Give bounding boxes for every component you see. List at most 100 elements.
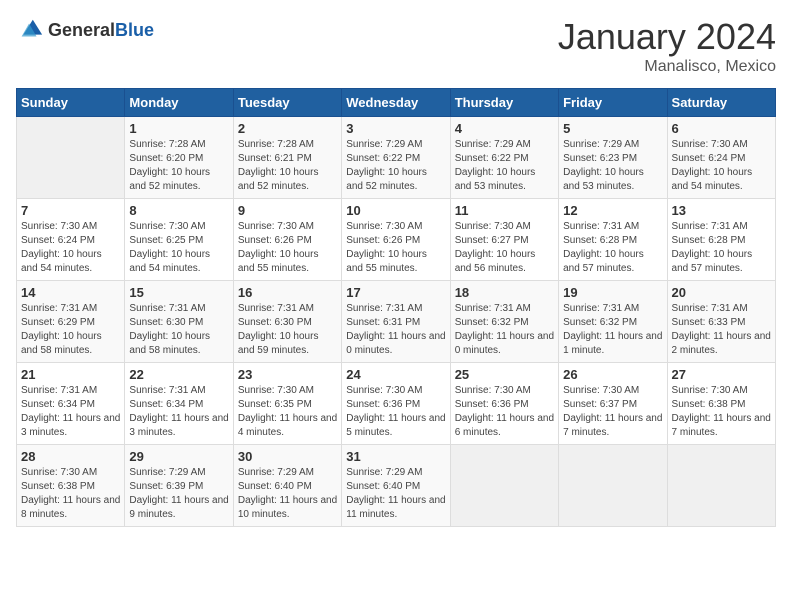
calendar-day-cell: 26 Sunrise: 7:30 AMSunset: 6:37 PMDaylig… <box>559 363 667 445</box>
day-number: 22 <box>129 367 228 382</box>
day-info: Sunrise: 7:31 AMSunset: 6:30 PMDaylight:… <box>238 302 337 358</box>
day-info: Sunrise: 7:29 AMSunset: 6:22 PMDaylight:… <box>346 138 445 194</box>
day-info: Sunrise: 7:30 AMSunset: 6:24 PMDaylight:… <box>672 138 771 194</box>
day-number: 18 <box>455 285 554 300</box>
day-info: Sunrise: 7:28 AMSunset: 6:20 PMDaylight:… <box>129 138 228 194</box>
day-number: 5 <box>563 121 662 136</box>
calendar-day-cell: 8 Sunrise: 7:30 AMSunset: 6:25 PMDayligh… <box>125 199 233 281</box>
day-number: 14 <box>21 285 120 300</box>
day-number: 15 <box>129 285 228 300</box>
day-info: Sunrise: 7:30 AMSunset: 6:36 PMDaylight:… <box>346 384 445 440</box>
day-number: 19 <box>563 285 662 300</box>
day-info: Sunrise: 7:30 AMSunset: 6:38 PMDaylight:… <box>21 466 120 522</box>
day-info: Sunrise: 7:29 AMSunset: 6:40 PMDaylight:… <box>238 466 337 522</box>
calendar-day-cell: 2 Sunrise: 7:28 AMSunset: 6:21 PMDayligh… <box>233 117 341 199</box>
calendar-day-cell: 12 Sunrise: 7:31 AMSunset: 6:28 PMDaylig… <box>559 199 667 281</box>
day-info: Sunrise: 7:28 AMSunset: 6:21 PMDaylight:… <box>238 138 337 194</box>
day-number: 28 <box>21 449 120 464</box>
day-number: 31 <box>346 449 445 464</box>
calendar-day-cell: 23 Sunrise: 7:30 AMSunset: 6:35 PMDaylig… <box>233 363 341 445</box>
day-number: 13 <box>672 203 771 218</box>
day-info: Sunrise: 7:30 AMSunset: 6:37 PMDaylight:… <box>563 384 662 440</box>
day-info: Sunrise: 7:30 AMSunset: 6:25 PMDaylight:… <box>129 220 228 276</box>
calendar-day-cell: 27 Sunrise: 7:30 AMSunset: 6:38 PMDaylig… <box>667 363 775 445</box>
calendar-day-cell: 24 Sunrise: 7:30 AMSunset: 6:36 PMDaylig… <box>342 363 450 445</box>
calendar-table: SundayMondayTuesdayWednesdayThursdayFrid… <box>16 88 776 527</box>
day-number: 8 <box>129 203 228 218</box>
calendar-week-row: 1 Sunrise: 7:28 AMSunset: 6:20 PMDayligh… <box>17 117 776 199</box>
day-number: 3 <box>346 121 445 136</box>
day-info: Sunrise: 7:30 AMSunset: 6:27 PMDaylight:… <box>455 220 554 276</box>
calendar-day-cell: 11 Sunrise: 7:30 AMSunset: 6:27 PMDaylig… <box>450 199 558 281</box>
day-number: 20 <box>672 285 771 300</box>
calendar-day-cell: 31 Sunrise: 7:29 AMSunset: 6:40 PMDaylig… <box>342 445 450 527</box>
day-info: Sunrise: 7:31 AMSunset: 6:32 PMDaylight:… <box>563 302 662 358</box>
calendar-day-cell <box>450 445 558 527</box>
day-number: 1 <box>129 121 228 136</box>
calendar-day-cell: 4 Sunrise: 7:29 AMSunset: 6:22 PMDayligh… <box>450 117 558 199</box>
day-info: Sunrise: 7:31 AMSunset: 6:34 PMDaylight:… <box>129 384 228 440</box>
page-header: GeneralBlue January 2024 Manalisco, Mexi… <box>16 16 776 76</box>
day-info: Sunrise: 7:29 AMSunset: 6:40 PMDaylight:… <box>346 466 445 522</box>
day-info: Sunrise: 7:31 AMSunset: 6:34 PMDaylight:… <box>21 384 120 440</box>
column-header-thursday: Thursday <box>450 89 558 117</box>
column-header-monday: Monday <box>125 89 233 117</box>
calendar-day-cell: 16 Sunrise: 7:31 AMSunset: 6:30 PMDaylig… <box>233 281 341 363</box>
calendar-day-cell: 15 Sunrise: 7:31 AMSunset: 6:30 PMDaylig… <box>125 281 233 363</box>
column-header-wednesday: Wednesday <box>342 89 450 117</box>
calendar-day-cell: 6 Sunrise: 7:30 AMSunset: 6:24 PMDayligh… <box>667 117 775 199</box>
calendar-week-row: 21 Sunrise: 7:31 AMSunset: 6:34 PMDaylig… <box>17 363 776 445</box>
day-number: 6 <box>672 121 771 136</box>
logo-blue-text: Blue <box>115 20 154 40</box>
day-number: 26 <box>563 367 662 382</box>
calendar-day-cell: 28 Sunrise: 7:30 AMSunset: 6:38 PMDaylig… <box>17 445 125 527</box>
day-number: 9 <box>238 203 337 218</box>
calendar-day-cell: 3 Sunrise: 7:29 AMSunset: 6:22 PMDayligh… <box>342 117 450 199</box>
calendar-day-cell: 1 Sunrise: 7:28 AMSunset: 6:20 PMDayligh… <box>125 117 233 199</box>
calendar-week-row: 28 Sunrise: 7:30 AMSunset: 6:38 PMDaylig… <box>17 445 776 527</box>
day-info: Sunrise: 7:31 AMSunset: 6:32 PMDaylight:… <box>455 302 554 358</box>
day-info: Sunrise: 7:29 AMSunset: 6:39 PMDaylight:… <box>129 466 228 522</box>
day-number: 29 <box>129 449 228 464</box>
day-info: Sunrise: 7:31 AMSunset: 6:33 PMDaylight:… <box>672 302 771 358</box>
calendar-day-cell <box>559 445 667 527</box>
day-number: 12 <box>563 203 662 218</box>
day-number: 24 <box>346 367 445 382</box>
calendar-week-row: 14 Sunrise: 7:31 AMSunset: 6:29 PMDaylig… <box>17 281 776 363</box>
day-number: 4 <box>455 121 554 136</box>
day-info: Sunrise: 7:31 AMSunset: 6:28 PMDaylight:… <box>563 220 662 276</box>
calendar-day-cell: 7 Sunrise: 7:30 AMSunset: 6:24 PMDayligh… <box>17 199 125 281</box>
calendar-day-cell: 30 Sunrise: 7:29 AMSunset: 6:40 PMDaylig… <box>233 445 341 527</box>
day-number: 2 <box>238 121 337 136</box>
day-number: 27 <box>672 367 771 382</box>
day-number: 25 <box>455 367 554 382</box>
calendar-day-cell: 25 Sunrise: 7:30 AMSunset: 6:36 PMDaylig… <box>450 363 558 445</box>
column-header-saturday: Saturday <box>667 89 775 117</box>
calendar-day-cell: 14 Sunrise: 7:31 AMSunset: 6:29 PMDaylig… <box>17 281 125 363</box>
calendar-header-row: SundayMondayTuesdayWednesdayThursdayFrid… <box>17 89 776 117</box>
day-number: 10 <box>346 203 445 218</box>
column-header-tuesday: Tuesday <box>233 89 341 117</box>
day-info: Sunrise: 7:30 AMSunset: 6:26 PMDaylight:… <box>238 220 337 276</box>
day-number: 17 <box>346 285 445 300</box>
day-info: Sunrise: 7:30 AMSunset: 6:36 PMDaylight:… <box>455 384 554 440</box>
column-header-friday: Friday <box>559 89 667 117</box>
day-info: Sunrise: 7:30 AMSunset: 6:38 PMDaylight:… <box>672 384 771 440</box>
calendar-day-cell: 19 Sunrise: 7:31 AMSunset: 6:32 PMDaylig… <box>559 281 667 363</box>
calendar-day-cell <box>667 445 775 527</box>
calendar-day-cell: 21 Sunrise: 7:31 AMSunset: 6:34 PMDaylig… <box>17 363 125 445</box>
day-info: Sunrise: 7:31 AMSunset: 6:28 PMDaylight:… <box>672 220 771 276</box>
day-info: Sunrise: 7:31 AMSunset: 6:29 PMDaylight:… <box>21 302 120 358</box>
day-info: Sunrise: 7:29 AMSunset: 6:22 PMDaylight:… <box>455 138 554 194</box>
month-title: January 2024 <box>558 16 776 58</box>
day-info: Sunrise: 7:30 AMSunset: 6:26 PMDaylight:… <box>346 220 445 276</box>
calendar-day-cell: 13 Sunrise: 7:31 AMSunset: 6:28 PMDaylig… <box>667 199 775 281</box>
calendar-day-cell: 9 Sunrise: 7:30 AMSunset: 6:26 PMDayligh… <box>233 199 341 281</box>
calendar-day-cell: 5 Sunrise: 7:29 AMSunset: 6:23 PMDayligh… <box>559 117 667 199</box>
day-number: 16 <box>238 285 337 300</box>
calendar-day-cell: 20 Sunrise: 7:31 AMSunset: 6:33 PMDaylig… <box>667 281 775 363</box>
day-info: Sunrise: 7:31 AMSunset: 6:30 PMDaylight:… <box>129 302 228 358</box>
column-header-sunday: Sunday <box>17 89 125 117</box>
day-number: 7 <box>21 203 120 218</box>
calendar-week-row: 7 Sunrise: 7:30 AMSunset: 6:24 PMDayligh… <box>17 199 776 281</box>
